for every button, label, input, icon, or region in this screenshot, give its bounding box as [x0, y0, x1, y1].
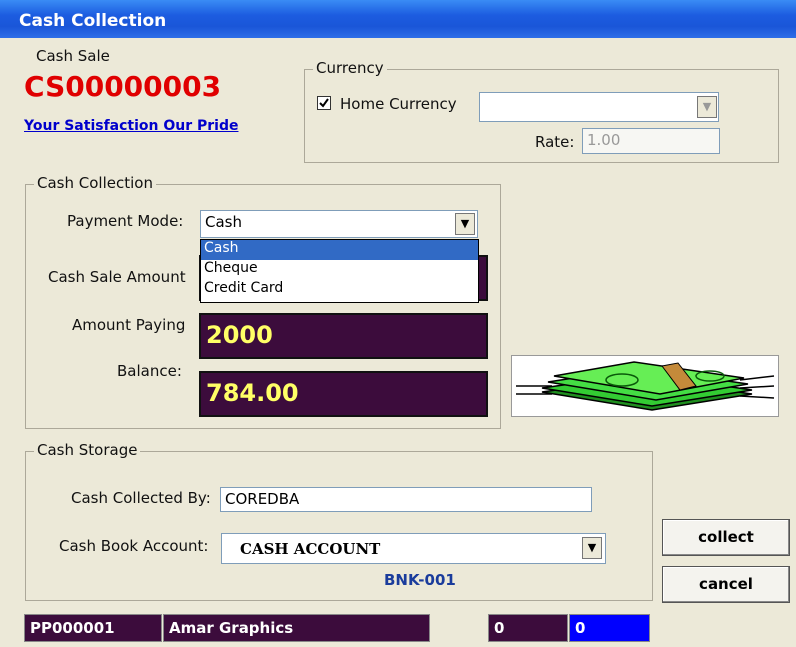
status-value-1: 0	[488, 614, 568, 642]
cancel-button[interactable]: cancel	[662, 566, 790, 603]
balance-field: 784.00	[199, 371, 488, 417]
doc-type-label: Cash Sale	[36, 47, 110, 65]
rate-label: Rate:	[535, 133, 575, 151]
cash-book-dropdown-button[interactable]: ▼	[582, 537, 602, 559]
doc-number: CS00000003	[24, 70, 222, 103]
status-party-code: PP000001	[24, 614, 162, 642]
payment-mode-select[interactable]: Cash	[200, 210, 478, 238]
cash-book-account-label: Cash Book Account:	[59, 537, 209, 555]
collect-button[interactable]: collect	[662, 519, 790, 556]
home-currency-label: Home Currency	[340, 95, 457, 113]
payment-mode-dropdown-list: Cash Cheque Credit Card	[200, 239, 479, 303]
payment-mode-dropdown-button[interactable]: ▼	[455, 213, 475, 235]
payment-mode-label: Payment Mode:	[67, 212, 184, 230]
cash-collected-by-field[interactable]: COREDBA	[220, 487, 592, 512]
slogan-link[interactable]: Your Satisfaction Our Pride	[24, 118, 238, 134]
cash-storage-group: Cash Storage	[25, 441, 653, 601]
amount-paying-field[interactable]: 2000	[199, 313, 488, 359]
status-party-name: Amar Graphics	[163, 614, 430, 642]
currency-dropdown-button[interactable]: ▼	[697, 96, 717, 118]
currency-legend: Currency	[313, 59, 387, 77]
cash-collected-by-label: Cash Collected By:	[71, 489, 211, 507]
title-bar[interactable]: Cash Collection	[0, 0, 796, 38]
payment-option-credit-card[interactable]: Credit Card	[201, 280, 478, 300]
cash-collection-legend: Cash Collection	[34, 174, 156, 192]
currency-select[interactable]	[479, 92, 719, 122]
cash-book-account-select[interactable]: CASH ACCOUNT	[221, 533, 606, 564]
cash-book-code: BNK-001	[384, 571, 456, 589]
balance-label: Balance:	[117, 362, 182, 380]
payment-option-cheque[interactable]: Cheque	[201, 260, 478, 280]
amount-paying-label: Amount Paying	[72, 316, 186, 334]
rate-field[interactable]: 1.00	[582, 128, 720, 154]
cash-sale-amount-label: Cash Sale Amount	[48, 268, 186, 286]
status-value-2: 0	[569, 614, 650, 642]
window-title: Cash Collection	[19, 11, 167, 31]
cash-collection-window: Cash Collection Cash Sale CS00000003 You…	[0, 0, 796, 647]
home-currency-checkbox[interactable]	[317, 96, 331, 110]
payment-option-cash[interactable]: Cash	[201, 240, 478, 260]
cash-storage-legend: Cash Storage	[34, 441, 141, 459]
check-icon	[319, 98, 329, 108]
cash-stack-icon	[511, 355, 779, 417]
